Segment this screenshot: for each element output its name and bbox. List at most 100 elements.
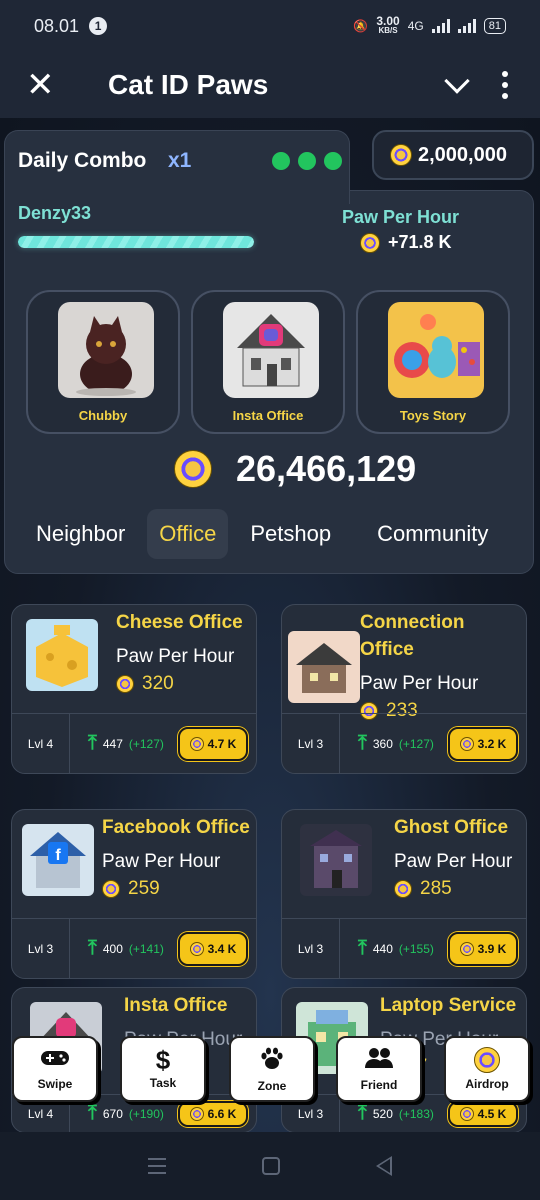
card-pph-label: Paw Per Hour bbox=[102, 851, 221, 872]
signal-icon-2 bbox=[457, 19, 476, 33]
tab-office[interactable]: Office bbox=[147, 509, 229, 559]
main-balance: 26,466,129 bbox=[174, 448, 416, 490]
cat-image bbox=[58, 302, 154, 398]
notification-badge: 1 bbox=[89, 17, 108, 35]
house-image bbox=[223, 302, 319, 398]
bottom-nav: Swipe $ Task Zone Friend Airdrop bbox=[0, 1036, 540, 1102]
paw-coin-icon bbox=[459, 736, 474, 751]
system-nav-bar bbox=[0, 1132, 540, 1200]
card-upgrade: ⤒ 360 (+127) bbox=[358, 732, 434, 754]
card-upgrade: ⤒ 400 (+141) bbox=[88, 937, 164, 959]
card-title: Cheese Office bbox=[116, 612, 243, 633]
chevron-down-icon[interactable] bbox=[444, 68, 470, 94]
card-level: Lvl 3 bbox=[282, 714, 340, 773]
card-title: Facebook Office bbox=[102, 817, 250, 838]
daily-combo-label: Daily Combo bbox=[18, 149, 147, 172]
main-content: Daily Combo x1 2,000,000 Denzy33 Paw Per… bbox=[0, 118, 540, 1148]
app-bar: ✕ Cat ID Paws bbox=[0, 52, 540, 118]
nav-airdrop[interactable]: Airdrop bbox=[444, 1036, 530, 1102]
coin-icon bbox=[474, 1047, 500, 1073]
card-title: Connection Office bbox=[360, 612, 465, 660]
network-type: 4G bbox=[407, 19, 424, 33]
buy-button[interactable]: 3.9 K bbox=[448, 931, 518, 966]
paw-coin-icon bbox=[174, 450, 212, 488]
category-tabs: Neighbor Office Petshop Community bbox=[12, 506, 520, 562]
combo-card-label: Chubby bbox=[78, 408, 128, 423]
nav-swipe[interactable]: Swipe bbox=[12, 1036, 98, 1102]
clock: 08.01 bbox=[34, 15, 80, 36]
card-title: Laptop Service bbox=[380, 995, 517, 1016]
app-title: Cat ID Paws bbox=[108, 69, 269, 100]
svg-text:f: f bbox=[55, 847, 61, 864]
recent-apps-icon[interactable] bbox=[148, 1158, 166, 1174]
mute-icon: 🔕 bbox=[353, 19, 369, 33]
arrow-up-icon: ⤒ bbox=[358, 732, 367, 754]
card-cheese-office[interactable]: Cheese Office Paw Per Hour 320 Lvl 4 ⤒ 44… bbox=[11, 604, 257, 774]
combo-card-toys-story[interactable]: Toys Story bbox=[356, 290, 510, 434]
paw-icon bbox=[259, 1046, 285, 1075]
card-footer: Lvl 4 ⤒ 447 (+127) 4.7 K bbox=[12, 713, 256, 773]
card-footer: Lvl 3 ⤒ 400 (+141) 3.4 K bbox=[12, 918, 256, 978]
buy-button[interactable]: 4.7 K bbox=[178, 726, 248, 761]
signal-icon bbox=[431, 19, 450, 33]
top-balance-value: 2,000,000 bbox=[418, 143, 507, 166]
status-icons: 🔕 3.00 KB/S 4G 81 bbox=[353, 14, 506, 36]
card-upgrade: ⤒ 447 (+127) bbox=[88, 732, 164, 754]
paw-coin-icon bbox=[189, 736, 204, 751]
paw-per-hour-value: +71.8 K bbox=[388, 232, 452, 252]
level-progress-bar bbox=[18, 236, 254, 248]
nav-task[interactable]: $ Task bbox=[120, 1036, 206, 1102]
facebook-office-image: f bbox=[22, 824, 94, 896]
arrow-up-icon: ⤒ bbox=[358, 937, 367, 959]
paw-per-hour: +71.8 K bbox=[360, 232, 452, 253]
paw-coin-icon bbox=[459, 941, 474, 956]
close-icon[interactable]: ✕ bbox=[26, 65, 66, 105]
paw-coin-icon bbox=[189, 1106, 204, 1121]
card-pph-label: Paw Per Hour bbox=[394, 851, 513, 872]
card-pph: 320 bbox=[116, 673, 174, 695]
combo-multiplier: x1 bbox=[168, 149, 192, 172]
arrow-up-icon: ⤒ bbox=[88, 937, 97, 959]
buy-button[interactable]: 6.6 K bbox=[178, 1100, 248, 1127]
card-facebook-office[interactable]: f Facebook Office Paw Per Hour 259 Lvl 3… bbox=[11, 809, 257, 979]
arrow-up-icon: ⤒ bbox=[358, 1102, 367, 1124]
tab-petshop[interactable]: Petshop bbox=[238, 509, 343, 559]
more-options-icon[interactable] bbox=[502, 71, 508, 99]
paw-coin-icon bbox=[116, 675, 134, 693]
card-connection-office[interactable]: Connection Office Paw Per Hour 233 Lvl 3… bbox=[281, 604, 527, 774]
combo-card-insta-office[interactable]: Insta Office bbox=[191, 290, 345, 434]
buy-button[interactable]: 3.2 K bbox=[448, 726, 518, 761]
card-level: Lvl 4 bbox=[12, 714, 70, 773]
card-pph: 285 bbox=[394, 878, 452, 900]
gamepad-icon bbox=[40, 1048, 70, 1073]
nav-friend[interactable]: Friend bbox=[336, 1036, 422, 1102]
buy-button[interactable]: 4.5 K bbox=[448, 1100, 518, 1127]
tab-community[interactable]: Community bbox=[365, 509, 500, 559]
card-level: Lvl 3 bbox=[12, 919, 70, 978]
nav-zone[interactable]: Zone bbox=[229, 1036, 315, 1102]
ghost-office-image bbox=[300, 824, 372, 896]
buy-button[interactable]: 3.4 K bbox=[178, 931, 248, 966]
paw-coin-icon bbox=[459, 1106, 474, 1121]
connection-office-image bbox=[288, 631, 360, 703]
card-footer: Lvl 3 ⤒ 360 (+127) 3.2 K bbox=[282, 713, 526, 773]
back-icon[interactable] bbox=[376, 1156, 392, 1176]
card-upgrade: ⤒ 440 (+155) bbox=[358, 937, 434, 959]
combo-card-chubby[interactable]: Chubby bbox=[26, 290, 180, 434]
paw-coin-icon bbox=[390, 144, 412, 166]
network-speed: 3.00 KB/S bbox=[376, 14, 400, 35]
paw-coin-icon bbox=[360, 232, 380, 253]
home-icon[interactable] bbox=[262, 1157, 280, 1175]
combo-card-label: Insta Office bbox=[232, 408, 304, 423]
paw-coin-icon bbox=[102, 880, 120, 898]
toys-image bbox=[388, 302, 484, 398]
battery-icon: 81 bbox=[483, 18, 506, 34]
card-title: Insta Office bbox=[124, 995, 228, 1016]
arrow-up-icon: ⤒ bbox=[88, 732, 97, 754]
card-title: Ghost Office bbox=[394, 817, 509, 838]
card-level: Lvl 3 bbox=[282, 919, 340, 978]
paw-coin-icon bbox=[189, 941, 204, 956]
tab-neighbor[interactable]: Neighbor bbox=[24, 509, 137, 559]
top-balance: 2,000,000 bbox=[372, 130, 534, 180]
card-ghost-office[interactable]: Ghost Office Paw Per Hour 285 Lvl 3 ⤒ 440… bbox=[281, 809, 527, 979]
